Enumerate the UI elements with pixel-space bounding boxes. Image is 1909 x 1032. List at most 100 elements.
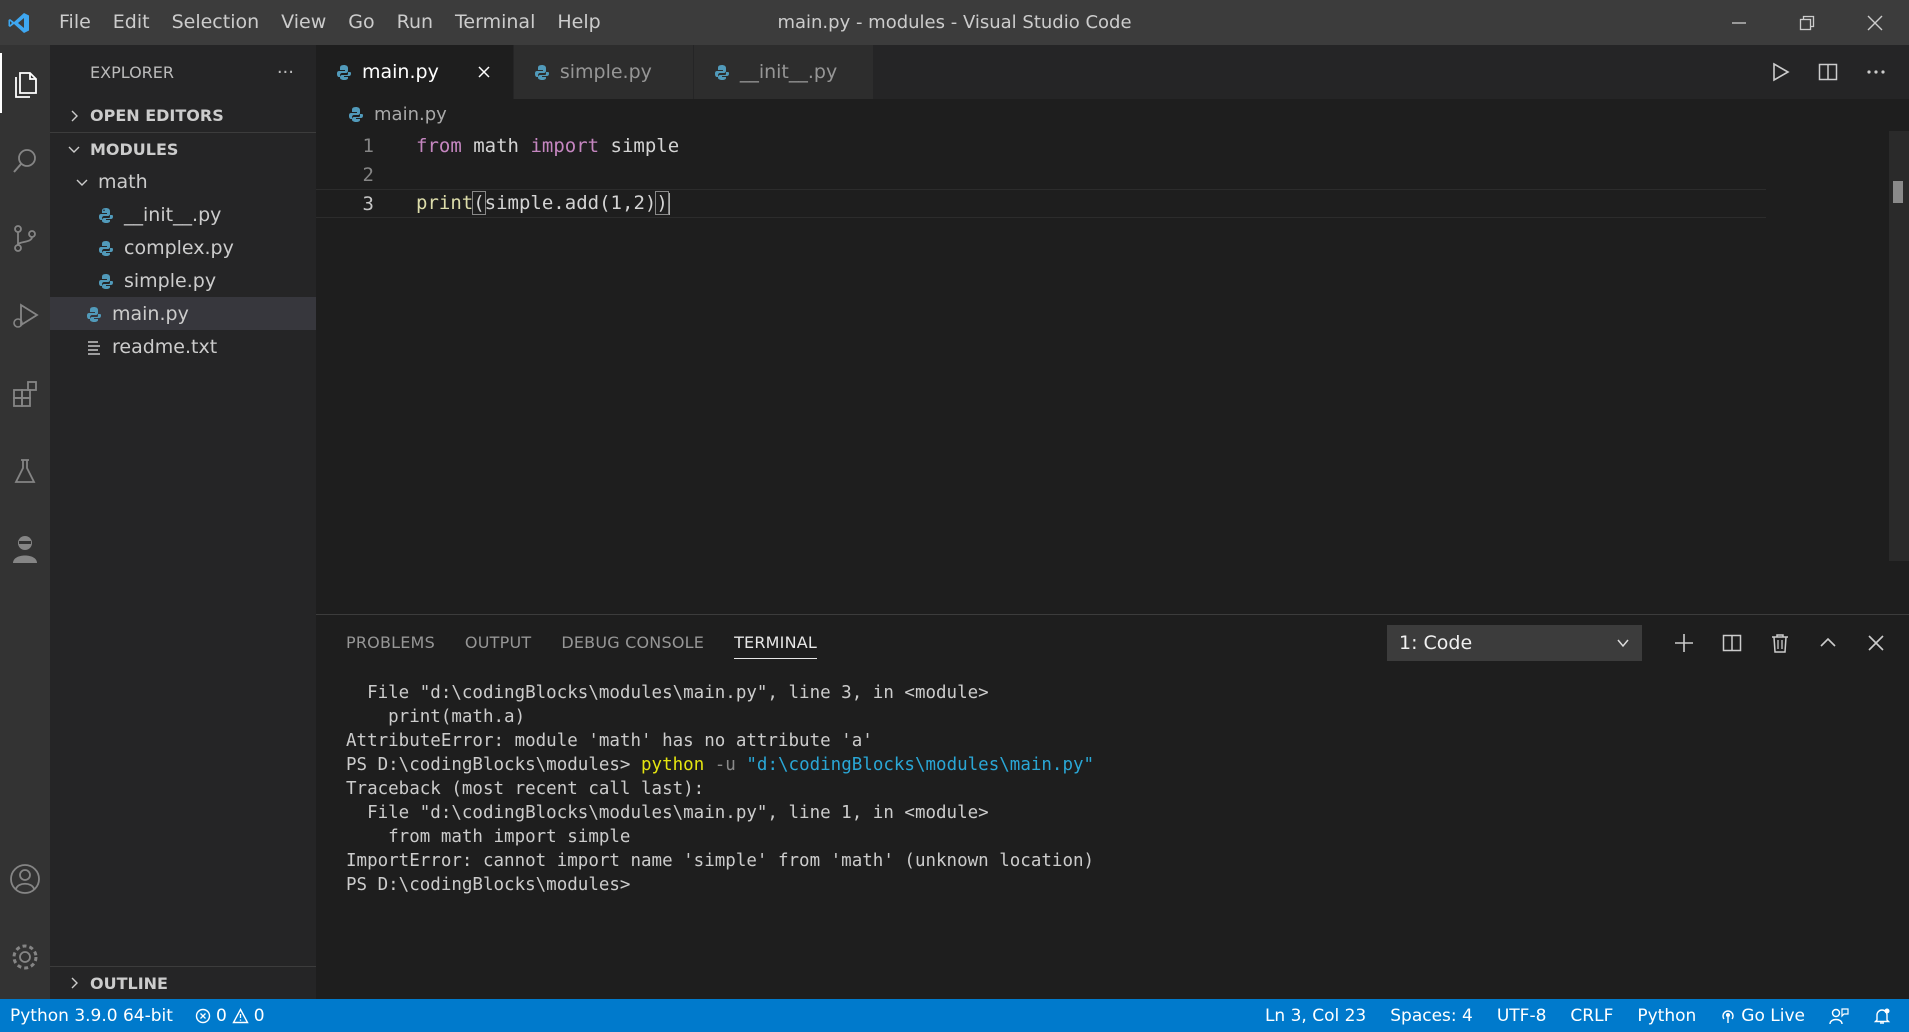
more-editor-actions-button[interactable] xyxy=(1863,59,1889,85)
maximize-panel-button[interactable] xyxy=(1815,630,1841,656)
tab-terminal[interactable]: TERMINAL xyxy=(734,625,818,659)
notifications-button[interactable] xyxy=(1873,1007,1891,1025)
tab-main-py[interactable]: main.py xyxy=(316,45,514,99)
extensions-activity[interactable] xyxy=(0,363,50,423)
end-of-line[interactable]: CRLF xyxy=(1570,1006,1613,1026)
restore-button[interactable] xyxy=(1773,0,1841,45)
encoding[interactable]: UTF-8 xyxy=(1497,1006,1547,1026)
more-actions-button[interactable]: ··· xyxy=(277,62,294,83)
editor-scrollbar[interactable] xyxy=(1889,131,1909,561)
accounts-activity[interactable] xyxy=(0,849,50,909)
menu-run[interactable]: Run xyxy=(386,0,444,45)
trash-icon xyxy=(1772,634,1788,653)
terminal-path: "d:\codingBlocks\modules\main.py" xyxy=(746,755,1095,775)
tree-folder-math[interactable]: math xyxy=(50,165,316,198)
scrollbar-thumb[interactable] xyxy=(1893,181,1903,203)
tree-file-init[interactable]: __init__.py xyxy=(50,198,316,231)
number: 2 xyxy=(633,192,645,215)
file-label: complex.py xyxy=(124,236,234,259)
manage-activity[interactable] xyxy=(0,927,50,987)
terminal-line: print(math.a) xyxy=(346,707,526,727)
go-live-button[interactable]: Go Live xyxy=(1720,1006,1805,1026)
split-icon xyxy=(1722,634,1742,652)
object-name: simple xyxy=(484,192,554,215)
python-interpreter[interactable]: Python 3.9.0 64-bit xyxy=(10,1006,173,1026)
bottom-panel: PROBLEMS OUTPUT DEBUG CONSOLE TERMINAL 1… xyxy=(316,614,1909,999)
tab-debug-console[interactable]: DEBUG CONSOLE xyxy=(561,633,704,652)
tab-label: __init__.py xyxy=(739,61,838,83)
feedback-button[interactable] xyxy=(1829,1007,1849,1025)
terminal-select-value: 1: Code xyxy=(1399,632,1473,654)
split-editor-button[interactable] xyxy=(1815,59,1841,85)
files-icon xyxy=(15,72,37,98)
cursor-position[interactable]: Ln 3, Col 23 xyxy=(1265,1006,1366,1026)
chevron-down-icon xyxy=(72,176,92,188)
line-number: 2 xyxy=(362,163,374,186)
terminal-output[interactable]: File "d:\codingBlocks\modules\main.py", … xyxy=(346,681,1094,897)
problems-summary[interactable]: 0 0 xyxy=(195,1006,265,1026)
new-terminal-button[interactable] xyxy=(1671,630,1697,656)
explorer-sidebar: EXPLORER ··· OPEN EDITORS MODULES math _… xyxy=(50,45,316,999)
window-controls xyxy=(1705,0,1909,45)
terminal-line: from math import simple xyxy=(346,827,631,847)
menu-bar: File Edit Selection View Go Run Terminal… xyxy=(48,0,612,45)
tree-file-main[interactable]: main.py xyxy=(50,297,316,330)
menu-selection[interactable]: Selection xyxy=(161,0,271,45)
warning-icon xyxy=(232,1007,249,1023)
status-right: Ln 3, Col 23 Spaces: 4 UTF-8 CRLF Python… xyxy=(1265,999,1891,1032)
tree-file-readme[interactable]: readme.txt xyxy=(50,330,316,363)
tab-problems[interactable]: PROBLEMS xyxy=(346,633,435,652)
menu-go[interactable]: Go xyxy=(337,0,385,45)
code-editor[interactable]: 1 from math import simple 2 3 print(simp… xyxy=(316,131,1766,218)
testing-activity[interactable] xyxy=(0,441,50,501)
editor-tabs: main.py simple.py __init__.py xyxy=(316,45,1909,99)
menu-view[interactable]: View xyxy=(270,0,337,45)
terminal-line: PS D:\codingBlocks\modules> xyxy=(346,875,631,895)
tab-simple-py[interactable]: simple.py xyxy=(513,45,694,99)
language-mode[interactable]: Python xyxy=(1637,1006,1696,1026)
broadcast-icon xyxy=(1722,1009,1734,1023)
search-activity[interactable] xyxy=(0,131,50,191)
code-line: 2 xyxy=(316,160,1766,189)
modules-section[interactable]: MODULES xyxy=(50,132,316,165)
live-share-activity[interactable] xyxy=(0,519,50,579)
indentation[interactable]: Spaces: 4 xyxy=(1390,1006,1473,1026)
line-number: 3 xyxy=(362,192,374,215)
tab-output[interactable]: OUTPUT xyxy=(465,633,531,652)
tab-label: simple.py xyxy=(559,61,652,83)
terminal-select[interactable]: 1: Code xyxy=(1387,625,1642,661)
menu-file[interactable]: File xyxy=(48,0,102,45)
close-window-button[interactable] xyxy=(1841,0,1909,45)
close-tab-button[interactable] xyxy=(475,63,493,81)
tree-file-complex[interactable]: complex.py xyxy=(50,231,316,264)
source-control-activity[interactable] xyxy=(0,208,50,268)
kill-terminal-button[interactable] xyxy=(1767,630,1793,656)
chevron-right-icon xyxy=(64,110,84,122)
explorer-activity[interactable] xyxy=(0,53,50,113)
chevron-right-icon xyxy=(64,977,84,989)
outline-section[interactable]: OUTLINE xyxy=(50,966,316,999)
minimize-button[interactable] xyxy=(1705,0,1773,45)
bell-icon xyxy=(1873,1008,1891,1024)
terminal-line: ImportError: cannot import name 'simple'… xyxy=(346,851,1095,871)
minimize-icon xyxy=(1732,21,1746,24)
file-label: __init__.py xyxy=(124,203,222,226)
bracket: ( xyxy=(472,191,486,216)
run-debug-activity[interactable] xyxy=(0,285,50,345)
run-file-button[interactable] xyxy=(1767,59,1793,85)
tree-file-simple[interactable]: simple.py xyxy=(50,264,316,297)
menu-edit[interactable]: Edit xyxy=(102,0,161,45)
breadcrumb[interactable]: main.py xyxy=(316,99,1909,129)
open-editors-section[interactable]: OPEN EDITORS xyxy=(50,99,316,132)
terminal-command: python xyxy=(641,755,705,775)
menu-terminal[interactable]: Terminal xyxy=(444,0,546,45)
file-label: readme.txt xyxy=(112,335,218,358)
split-terminal-button[interactable] xyxy=(1719,630,1745,656)
line-content: print(simple.add(1,2)) xyxy=(416,191,670,216)
tab-init-py[interactable]: __init__.py xyxy=(693,45,874,99)
close-panel-button[interactable] xyxy=(1863,630,1889,656)
menu-help[interactable]: Help xyxy=(546,0,611,45)
panel-actions xyxy=(1671,625,1889,661)
feedback-icon xyxy=(1829,1007,1849,1024)
line-number: 1 xyxy=(362,134,374,157)
